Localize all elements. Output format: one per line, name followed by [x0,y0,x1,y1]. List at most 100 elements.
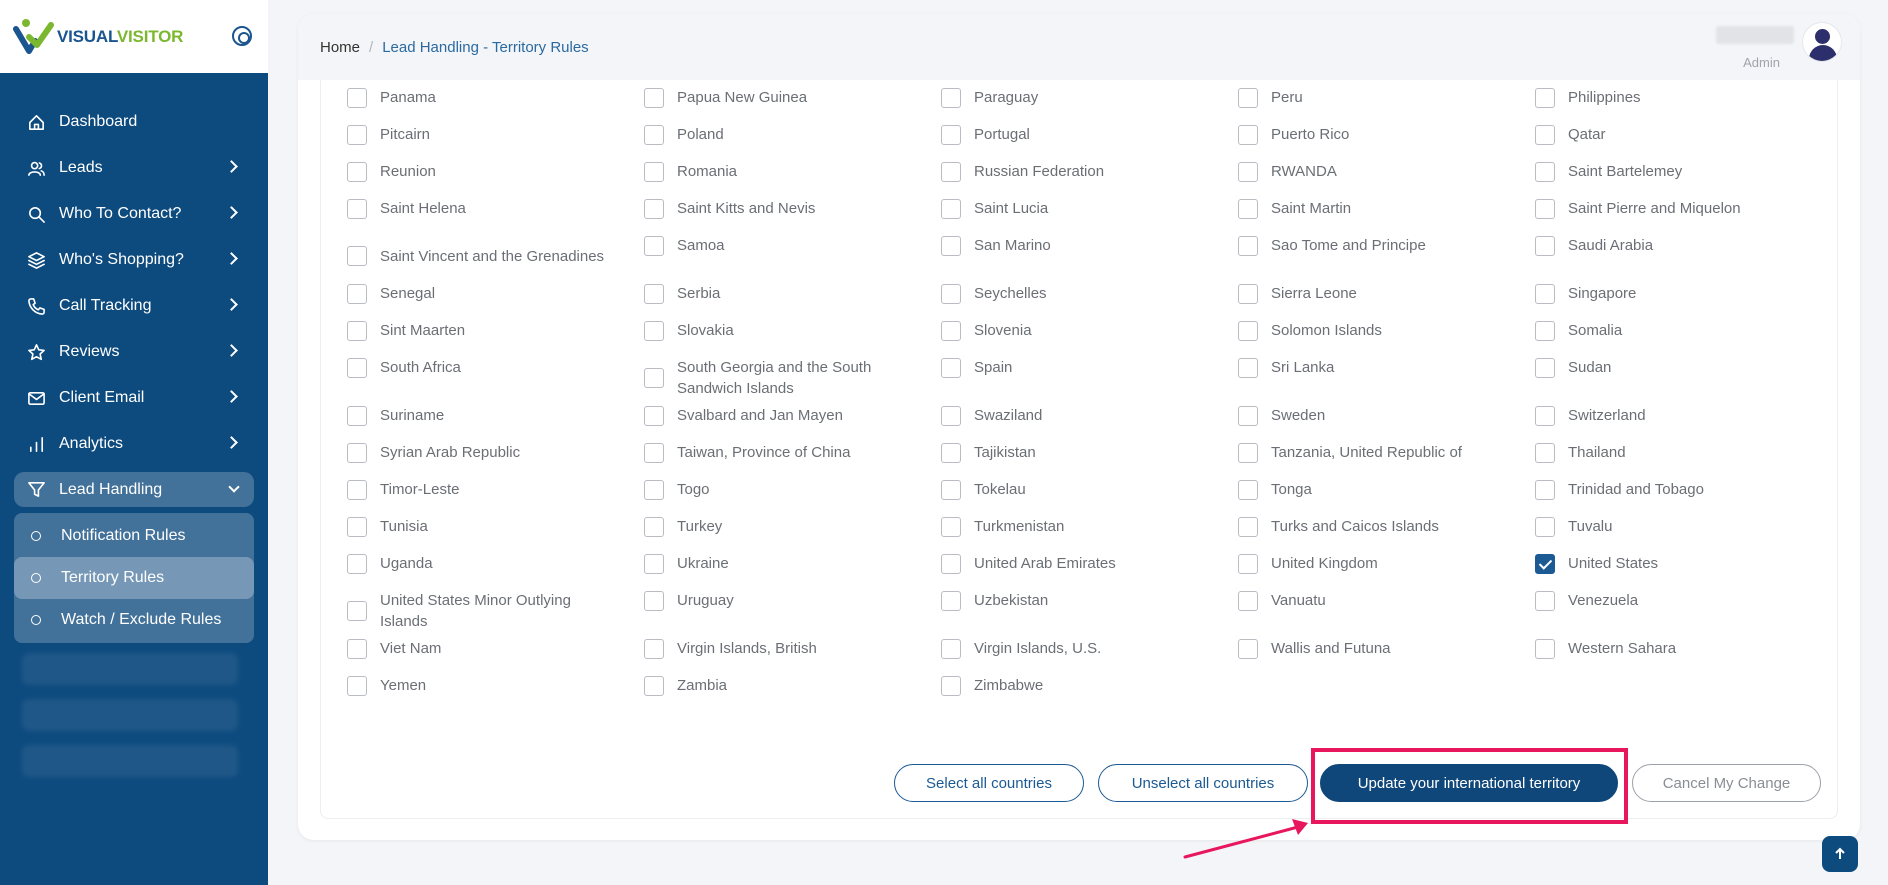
country-checkbox[interactable] [941,516,961,537]
country-checkbox[interactable] [644,198,664,219]
country-checkbox[interactable] [1238,283,1258,304]
country-option[interactable]: Philippines [1535,87,1800,108]
country-option[interactable]: United Arab Emirates [941,553,1206,574]
country-option[interactable]: Saint Vincent and the Grenadines [347,235,612,277]
country-checkbox[interactable] [644,320,664,341]
sidebar-item-who-to-contact[interactable]: Who To Contact? [0,191,268,237]
country-option[interactable]: Togo [644,479,909,500]
user-menu[interactable]: Admin [1716,22,1842,70]
country-option[interactable]: Svalbard and Jan Mayen [644,405,909,426]
country-checkbox[interactable] [1238,357,1258,378]
country-option[interactable]: Wallis and Futuna [1238,638,1503,659]
country-option[interactable]: Uzbekistan [941,590,1206,611]
country-checkbox[interactable] [1535,479,1555,500]
country-checkbox[interactable] [347,283,367,304]
country-option[interactable]: San Marino [941,235,1206,256]
country-checkbox[interactable] [1535,638,1555,659]
country-checkbox[interactable] [1535,442,1555,463]
country-checkbox[interactable] [347,124,367,145]
country-option[interactable]: Papua New Guinea [644,87,909,108]
country-checkbox[interactable] [941,638,961,659]
country-checkbox[interactable] [941,357,961,378]
country-checkbox[interactable] [644,235,664,256]
country-checkbox[interactable] [941,405,961,426]
country-checkbox[interactable] [1535,283,1555,304]
country-checkbox[interactable] [1238,516,1258,537]
country-option[interactable]: Sudan [1535,357,1800,378]
country-option[interactable]: Ukraine [644,553,909,574]
country-checkbox[interactable] [1238,405,1258,426]
country-checkbox[interactable] [1238,590,1258,611]
submenu-item-notification-rules[interactable]: Notification Rules [14,515,254,557]
country-option[interactable]: Zimbabwe [941,675,1206,696]
country-option[interactable]: South Africa [347,357,612,378]
country-checkbox[interactable] [347,320,367,341]
country-checkbox[interactable] [644,161,664,182]
country-checkbox[interactable] [1238,124,1258,145]
country-option[interactable]: United Kingdom [1238,553,1503,574]
country-checkbox[interactable] [644,368,664,388]
country-checkbox[interactable] [347,675,367,696]
country-checkbox[interactable] [644,479,664,500]
country-checkbox[interactable] [1535,198,1555,219]
country-checkbox[interactable] [941,87,961,108]
submenu-item-watch-exclude-rules[interactable]: Watch / Exclude Rules [14,599,254,641]
country-option[interactable]: Switzerland [1535,405,1800,426]
country-checkbox[interactable] [1238,161,1258,182]
country-option[interactable]: Panama [347,87,612,108]
country-checkbox[interactable] [1535,235,1555,256]
country-option[interactable]: Sao Tome and Principe [1238,235,1503,256]
sidebar-item-client-email[interactable]: Client Email [0,375,268,421]
scroll-to-top-button[interactable] [1822,836,1858,872]
country-checkbox[interactable] [644,124,664,145]
country-checkbox[interactable] [347,638,367,659]
sidebar-item-analytics[interactable]: Analytics [0,421,268,467]
country-checkbox[interactable] [347,516,367,537]
country-checkbox[interactable] [347,357,367,378]
country-option[interactable]: Tajikistan [941,442,1206,463]
country-checkbox[interactable] [941,124,961,145]
country-checkbox[interactable] [1535,405,1555,426]
country-option[interactable]: Turks and Caicos Islands [1238,516,1503,537]
country-option[interactable]: Turkmenistan [941,516,1206,537]
country-checkbox[interactable] [941,235,961,256]
sidebar-item-call-tracking[interactable]: Call Tracking [0,283,268,329]
country-checkbox[interactable] [347,601,367,621]
select-all-button[interactable]: Select all countries [894,764,1084,802]
country-checkbox[interactable] [941,553,961,574]
country-option[interactable]: United States [1535,553,1800,574]
country-option[interactable]: Senegal [347,283,612,304]
country-checkbox[interactable] [347,161,367,182]
country-option[interactable]: Timor-Leste [347,479,612,500]
country-checkbox[interactable] [644,553,664,574]
sidebar-toggle-icon[interactable] [232,26,252,46]
country-option[interactable]: Seychelles [941,283,1206,304]
country-checkbox[interactable] [941,283,961,304]
country-checkbox[interactable] [1535,124,1555,145]
avatar[interactable] [1802,22,1842,62]
country-checkbox[interactable] [1535,357,1555,378]
country-option[interactable]: Portugal [941,124,1206,145]
country-checkbox[interactable] [644,675,664,696]
country-option[interactable]: Zambia [644,675,909,696]
country-checkbox[interactable] [644,283,664,304]
submenu-item-territory-rules[interactable]: Territory Rules [14,557,254,599]
country-checkbox[interactable] [644,405,664,426]
country-option[interactable]: Saint Martin [1238,198,1503,219]
country-option[interactable]: RWANDA [1238,161,1503,182]
sidebar-item-reviews[interactable]: Reviews [0,329,268,375]
country-checkbox[interactable] [1535,590,1555,611]
country-option[interactable]: Poland [644,124,909,145]
country-checkbox[interactable] [1535,516,1555,537]
country-option[interactable]: Reunion [347,161,612,182]
country-checkbox[interactable] [1238,479,1258,500]
country-checkbox[interactable] [941,198,961,219]
country-option[interactable]: Viet Nam [347,638,612,659]
country-option[interactable]: Puerto Rico [1238,124,1503,145]
country-option[interactable]: Sint Maarten [347,320,612,341]
country-option[interactable]: Somalia [1535,320,1800,341]
country-option[interactable]: Serbia [644,283,909,304]
country-checkbox[interactable] [347,405,367,426]
country-checkbox[interactable] [1535,87,1555,108]
breadcrumb-home[interactable]: Home [320,39,360,56]
